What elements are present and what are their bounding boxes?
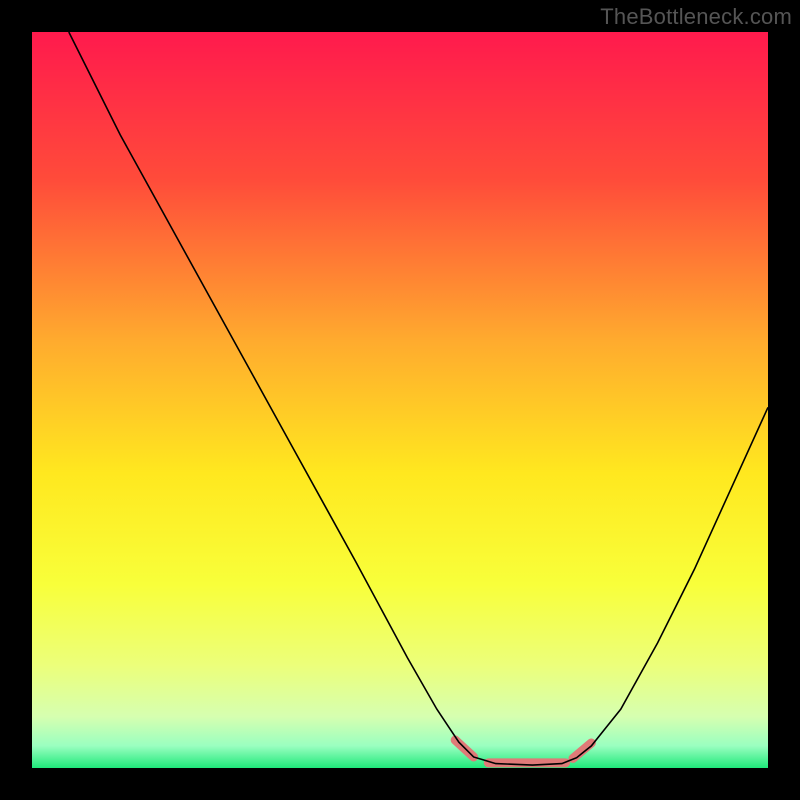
chart-container: TheBottleneck.com xyxy=(0,0,800,800)
plot-area xyxy=(32,32,768,768)
attribution-text: TheBottleneck.com xyxy=(600,4,792,30)
chart-background xyxy=(32,32,768,768)
bottleneck-chart xyxy=(32,32,768,768)
